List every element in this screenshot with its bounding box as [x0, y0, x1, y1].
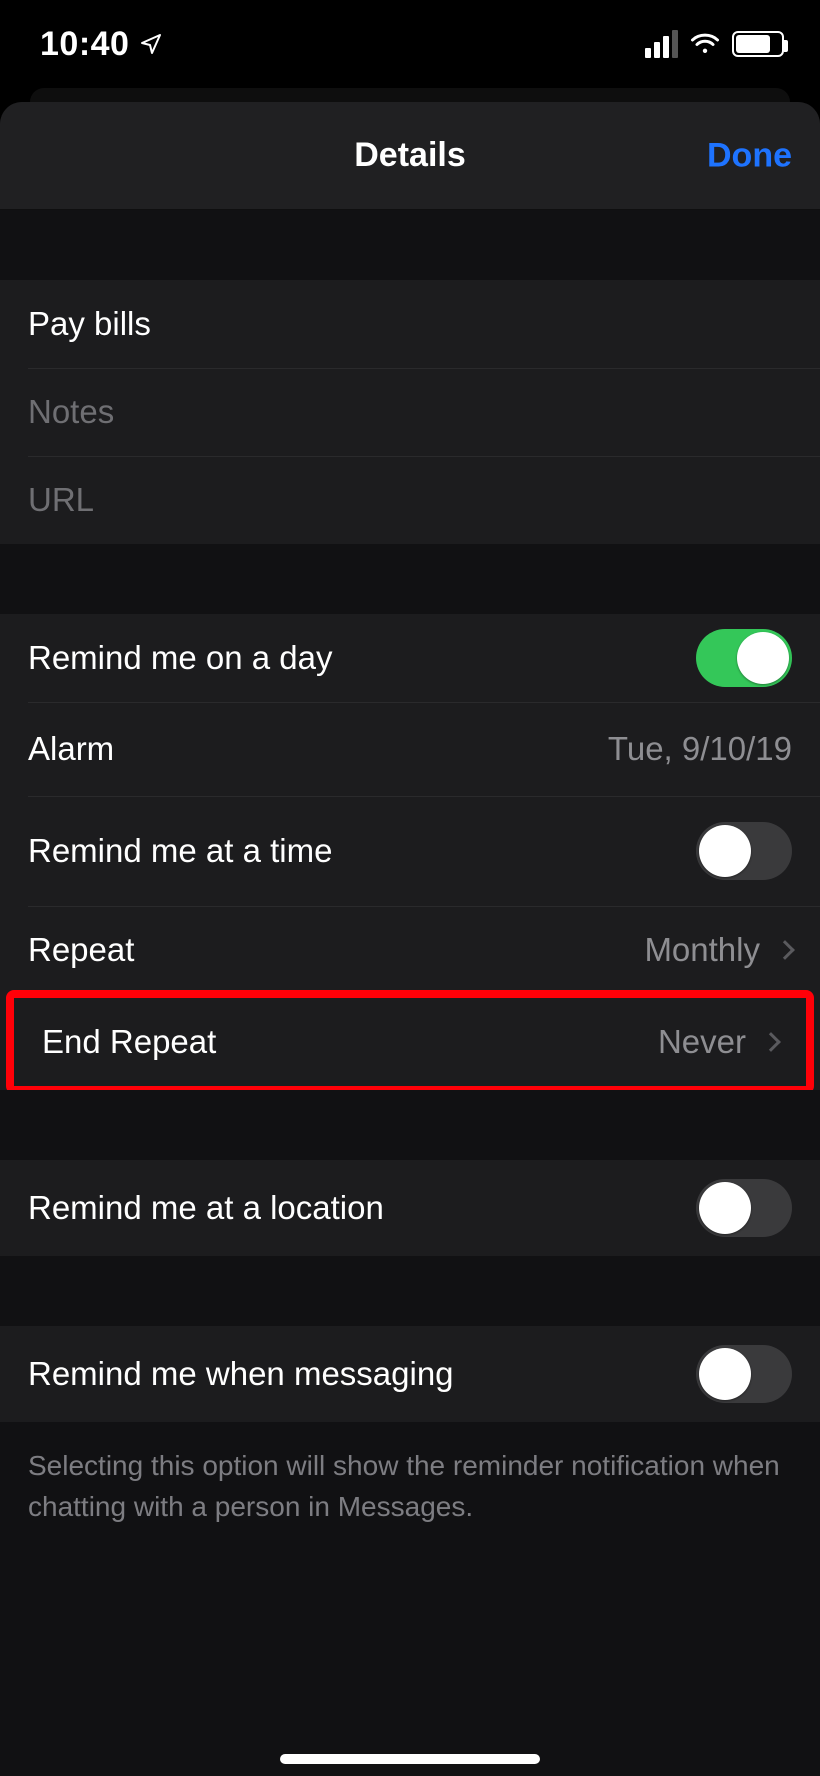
end-repeat-label: End Repeat: [42, 1023, 216, 1061]
remind-messaging-label: Remind me when messaging: [28, 1355, 454, 1393]
status-time: 10:40: [40, 25, 129, 64]
remind-messaging-row: Remind me when messaging: [0, 1326, 820, 1422]
end-repeat-row[interactable]: End Repeat Never: [14, 998, 806, 1086]
remind-location-row: Remind me at a location: [0, 1160, 820, 1256]
nav-bar: Details Done: [0, 102, 820, 210]
details-sheet: Details Done Remind me on a day A: [0, 102, 820, 1776]
alarm-row[interactable]: Alarm Tue, 9/10/19: [0, 702, 820, 796]
remind-time-label: Remind me at a time: [28, 832, 332, 870]
location-group: Remind me at a location: [0, 1160, 820, 1256]
remind-location-label: Remind me at a location: [28, 1189, 384, 1227]
url-input[interactable]: [28, 481, 792, 519]
title-input[interactable]: [28, 305, 792, 343]
alarm-value: Tue, 9/10/19: [608, 730, 792, 768]
done-button[interactable]: Done: [707, 136, 792, 175]
remind-day-toggle[interactable]: [696, 629, 792, 687]
status-bar: 10:40: [0, 0, 820, 88]
notes-field[interactable]: [0, 368, 820, 456]
background-card-edge: [30, 88, 790, 102]
location-services-icon: [139, 32, 163, 56]
battery-icon: [732, 31, 784, 57]
page-title: Details: [354, 136, 466, 175]
chevron-right-icon: [761, 1032, 781, 1052]
repeat-label: Repeat: [28, 931, 134, 969]
remind-time-toggle[interactable]: [696, 822, 792, 880]
messaging-group: Remind me when messaging: [0, 1326, 820, 1422]
cellular-signal-icon: [645, 30, 678, 58]
remind-day-row: Remind me on a day: [0, 614, 820, 702]
wifi-icon: [690, 32, 720, 56]
notes-input[interactable]: [28, 393, 792, 431]
remind-time-row: Remind me at a time: [0, 796, 820, 906]
repeat-row[interactable]: Repeat Monthly: [0, 906, 820, 994]
chevron-right-icon: [775, 940, 795, 960]
remind-messaging-toggle[interactable]: [696, 1345, 792, 1403]
end-repeat-highlight: End Repeat Never: [6, 990, 814, 1094]
home-indicator[interactable]: [280, 1754, 540, 1764]
remind-day-label: Remind me on a day: [28, 639, 333, 677]
alarm-label: Alarm: [28, 730, 114, 768]
title-field[interactable]: [0, 280, 820, 368]
sheet-content: Remind me on a day Alarm Tue, 9/10/19 Re…: [0, 210, 820, 1776]
url-field[interactable]: [0, 456, 820, 544]
end-repeat-value: Never: [658, 1023, 746, 1061]
messaging-footer: Selecting this option will show the remi…: [0, 1422, 820, 1527]
remind-location-toggle[interactable]: [696, 1179, 792, 1237]
basic-info-group: [0, 280, 820, 544]
repeat-value: Monthly: [644, 931, 760, 969]
timing-group: Remind me on a day Alarm Tue, 9/10/19 Re…: [0, 614, 820, 1094]
